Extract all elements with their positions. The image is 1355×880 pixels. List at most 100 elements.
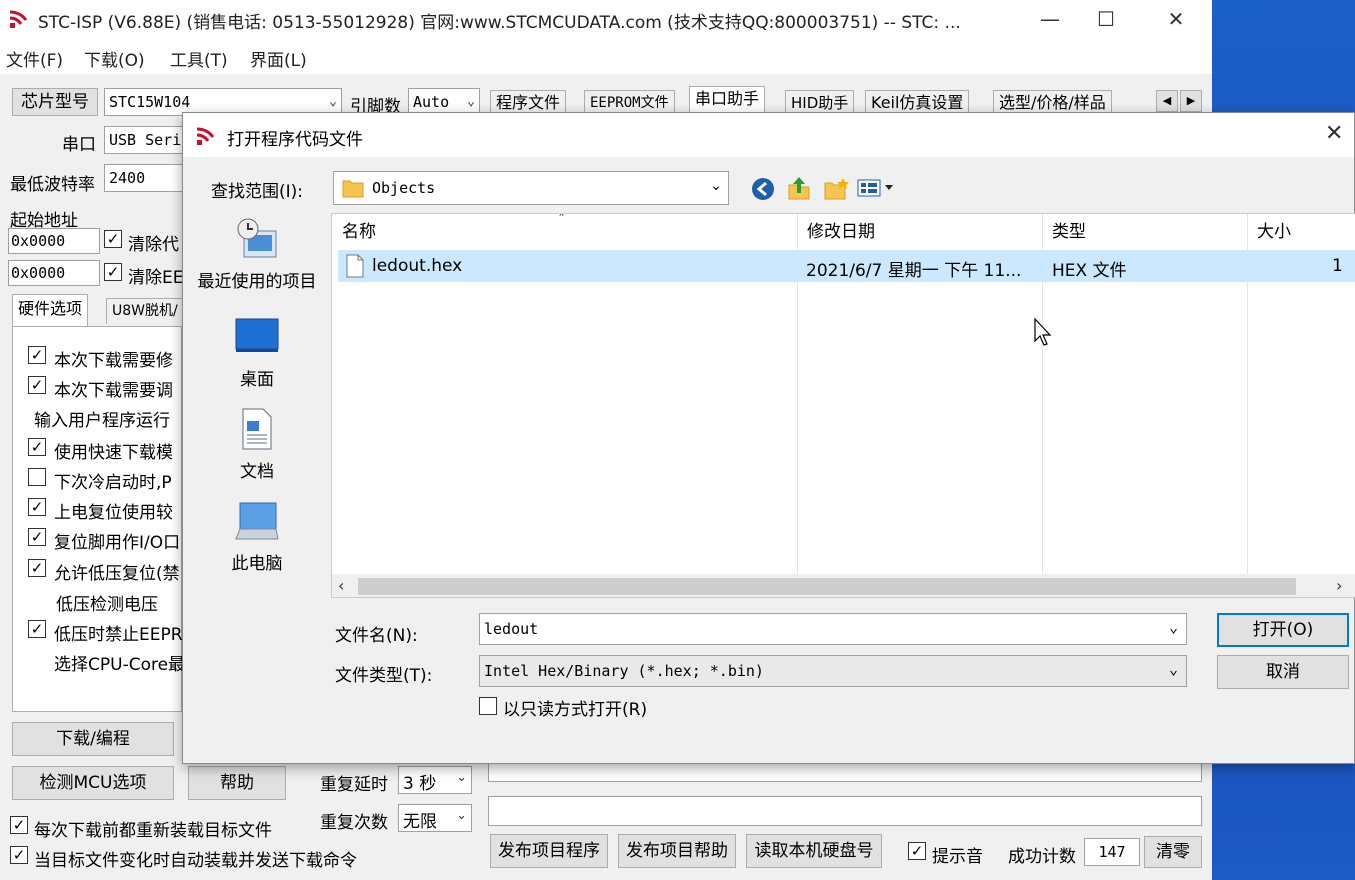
detect-mcu-button[interactable]: 检测MCU选项 [12, 766, 174, 800]
tab-u8w-offline[interactable]: U8W脱机/ [106, 298, 184, 324]
place-recent[interactable]: 最近使用的项目 [187, 217, 327, 303]
back-icon[interactable] [751, 177, 775, 206]
view-menu-icon[interactable] [857, 177, 897, 204]
baud-select[interactable]: 2400 [104, 164, 184, 192]
place-this-pc[interactable]: 此电脑 [187, 499, 327, 579]
close-button[interactable]: ✕ [1156, 4, 1196, 34]
reload-target-label: 每次下载前都重新装载目标文件 [34, 821, 272, 841]
maximize-button[interactable]: ☐ [1086, 4, 1126, 34]
sound-checkbox[interactable]: ✓ [908, 842, 926, 860]
option-label: 使用快速下载模 [54, 443, 173, 463]
option-label: 低压检测电压 [56, 595, 158, 615]
option-label: 输入用户程序运行 [34, 411, 170, 431]
clear-count-button[interactable]: 清零 [1144, 836, 1202, 868]
repeat-count-value: 无限 [403, 812, 437, 832]
tab-hardware-options[interactable]: 硬件选项 [12, 294, 89, 326]
dialog-close-button[interactable]: ✕ [1325, 121, 1343, 146]
filetype-select[interactable]: Intel Hex/Binary (*.hex; *.bin) ⌄ [479, 655, 1187, 687]
status-field [488, 796, 1202, 826]
dialog-logo-icon [195, 125, 217, 152]
repeat-count-label: 重复次数 [320, 813, 388, 833]
file-list[interactable]: 名称 ˄ 修改日期 类型 大小 ledout.hex 2021/6/7 星期一 … [331, 213, 1355, 598]
readonly-label: 以只读方式打开(R) [503, 700, 648, 720]
minimize-button[interactable]: — [1030, 4, 1070, 34]
column-header-type[interactable]: 类型 [1042, 214, 1247, 250]
chevron-down-icon: ⌄ [456, 770, 467, 785]
read-disk-id-button[interactable]: 读取本机硬盘号 [746, 834, 882, 868]
success-count-label: 成功计数 [1008, 847, 1076, 867]
download-program-button[interactable]: 下载/编程 [12, 722, 174, 756]
tab-scroll-left-button[interactable]: ◀ [1156, 90, 1178, 112]
clear-code-checkbox[interactable]: ✓ [104, 230, 122, 248]
port-select[interactable]: USB Seri [104, 126, 184, 154]
option-checkbox[interactable]: ✓ [28, 559, 46, 577]
horizontal-scrollbar[interactable]: ‹ › [332, 574, 1355, 597]
option-label: 下次冷启动时,P [54, 473, 172, 493]
scroll-right-icon[interactable]: › [1336, 576, 1342, 595]
option-checkbox[interactable]: ✓ [28, 438, 46, 456]
look-in-value: Objects [372, 179, 436, 197]
baud-value: 2400 [109, 169, 146, 187]
clear-code-label: 清除代 [128, 235, 179, 255]
repeat-count-select[interactable]: 无限 ⌄ [398, 804, 472, 832]
help-button[interactable]: 帮助 [188, 766, 286, 800]
column-header-date[interactable]: 修改日期 [797, 214, 1042, 250]
mouse-cursor-icon [1033, 317, 1053, 352]
chevron-down-icon: ⌄ [456, 808, 467, 823]
open-button[interactable]: 打开(O) [1217, 613, 1349, 647]
title-bar: STC-ISP (V6.88E) (销售电话: 0513-55012928) 官… [0, 0, 1212, 38]
option-label: 选择CPU-Core最 [54, 655, 186, 675]
success-count-field: 147 [1084, 838, 1140, 866]
option-label: 低压时禁止EEPR [54, 625, 183, 645]
tab-scroll-right-button[interactable]: ▶ [1180, 90, 1202, 112]
up-folder-icon[interactable] [787, 175, 811, 206]
desktop-icon [234, 315, 280, 355]
chevron-down-icon: ⌄ [710, 178, 722, 194]
place-label: 此电脑 [231, 554, 283, 574]
option-checkbox[interactable]: ✓ [28, 498, 46, 516]
option-checkbox[interactable] [28, 468, 46, 486]
readonly-checkbox[interactable] [479, 697, 497, 715]
window-title: STC-ISP (V6.88E) (销售电话: 0513-55012928) 官… [38, 13, 961, 33]
baud-label: 最低波特率 [10, 175, 95, 195]
pins-value: Auto [413, 93, 450, 111]
filename-input[interactable]: ledout ⌄ [479, 613, 1187, 645]
file-name: ledout.hex [372, 256, 463, 276]
eeprom-start-address-input[interactable]: 0x0000 [8, 260, 100, 286]
option-checkbox[interactable]: ✓ [28, 528, 46, 546]
folder-icon [342, 178, 364, 203]
filetype-label: 文件类型(T): [335, 666, 433, 686]
scrollbar-thumb[interactable] [358, 578, 1296, 595]
clear-eeprom-checkbox[interactable]: ✓ [104, 263, 122, 281]
option-label: 上电复位使用较 [54, 503, 173, 523]
clear-eeprom-label: 清除EE [128, 268, 184, 288]
file-row[interactable]: ledout.hex 2021/6/7 星期一 下午 11... HEX 文件 … [338, 250, 1355, 282]
menu-tools[interactable]: 工具(T) [170, 46, 228, 71]
menu-download[interactable]: 下载(O) [84, 46, 145, 71]
publish-program-button[interactable]: 发布项目程序 [490, 834, 608, 868]
menu-file[interactable]: 文件(F) [6, 46, 63, 71]
place-desktop[interactable]: 桌面 [187, 315, 327, 395]
filetype-value: Intel Hex/Binary (*.hex; *.bin) [484, 662, 764, 680]
new-folder-icon[interactable] [823, 177, 849, 206]
auto-load-checkbox[interactable]: ✓ [10, 846, 28, 864]
reload-target-checkbox[interactable]: ✓ [10, 816, 28, 834]
cancel-button[interactable]: 取消 [1217, 655, 1349, 689]
port-label: 串口 [62, 135, 96, 155]
publish-help-button[interactable]: 发布项目帮助 [618, 834, 736, 868]
option-checkbox[interactable]: ✓ [28, 346, 46, 364]
scroll-left-icon[interactable]: ‹ [338, 576, 344, 595]
chevron-down-icon: ⌄ [329, 94, 337, 109]
code-start-address-input[interactable]: 0x0000 [8, 228, 100, 254]
option-checkbox[interactable]: ✓ [28, 376, 46, 394]
column-header-size[interactable]: 大小 [1247, 214, 1355, 250]
look-in-select[interactable]: Objects ⌄ [333, 171, 729, 205]
place-documents[interactable]: 文档 [187, 407, 327, 487]
repeat-delay-select[interactable]: 3 秒 ⌄ [398, 766, 472, 794]
chip-model-button[interactable]: 芯片型号 [12, 88, 98, 116]
option-checkbox[interactable]: ✓ [28, 620, 46, 638]
menu-interface[interactable]: 界面(L) [250, 46, 307, 71]
app-logo-icon [8, 8, 30, 35]
sound-label: 提示音 [932, 847, 983, 867]
places-bar: 最近使用的项目 桌面 文档 此电脑 [187, 203, 327, 758]
